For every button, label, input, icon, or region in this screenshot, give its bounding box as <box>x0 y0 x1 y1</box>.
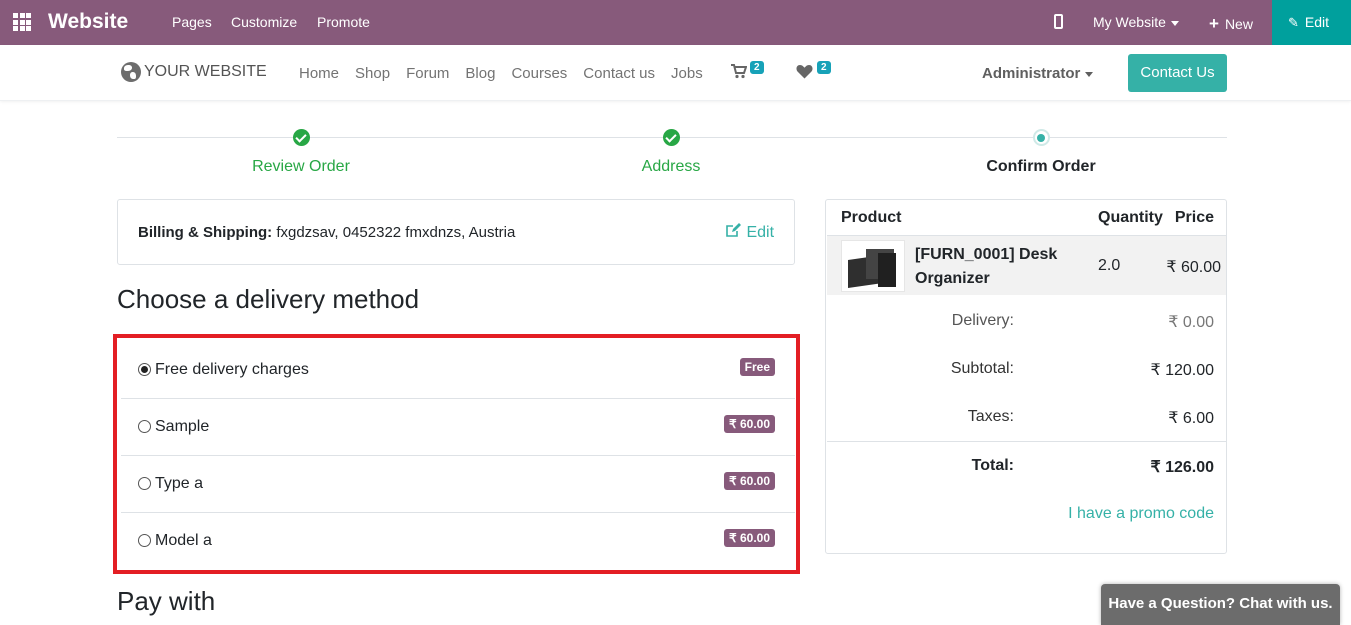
billing-shipping-card: Billing & Shipping: fxgdzsav, 0452322 fm… <box>117 199 795 265</box>
delivery-value: ₹ 0.00 <box>1168 314 1214 331</box>
menu-promote[interactable]: Promote <box>317 14 370 30</box>
pencil-icon: ✎ <box>1288 15 1299 30</box>
divider <box>827 441 1226 442</box>
billing-address: Billing & Shipping: fxgdzsav, 0452322 fm… <box>138 224 515 241</box>
delivery-price-badge: Free <box>739 358 775 376</box>
menu-customize[interactable]: Customize <box>231 14 297 30</box>
current-step-icon <box>1032 129 1050 146</box>
col-product: Product <box>841 209 902 226</box>
step-review-order[interactable]: Review Order <box>201 129 401 176</box>
delivery-option-type-a[interactable]: Type a ₹ 60.00 <box>121 456 795 513</box>
nav-home[interactable]: Home <box>299 65 339 82</box>
edit-address-link[interactable]: Edit <box>726 223 774 242</box>
col-price: Price <box>1174 209 1214 226</box>
globe-icon <box>121 62 141 82</box>
nav-courses[interactable]: Courses <box>511 65 567 82</box>
check-icon <box>662 129 680 146</box>
wishlist-link[interactable]: 2 <box>796 61 831 84</box>
edit-icon <box>726 223 741 237</box>
cart-icon <box>731 64 748 79</box>
site-logo[interactable]: YOUR WEBSITE <box>121 62 267 82</box>
product-name: [FURN_0001] Desk Organizer <box>915 246 1058 287</box>
order-summary: Product Quantity Price [FURN_0001] Desk … <box>825 199 1227 554</box>
step-confirm-order: Confirm Order <box>941 129 1141 176</box>
cart-count-badge: 2 <box>750 61 764 74</box>
delivery-label: Delivery: <box>951 312 1014 329</box>
new-button-label: New <box>1224 16 1253 32</box>
step-label: Confirm Order <box>986 158 1096 175</box>
delivery-option-name: Model a <box>155 532 212 549</box>
website-selector[interactable]: My Website <box>1093 14 1179 30</box>
menu-pages[interactable]: Pages <box>172 14 212 30</box>
nav-blog[interactable]: Blog <box>465 65 495 82</box>
product-price: ₹ 60.00 <box>1166 259 1221 276</box>
delivery-option-name: Free delivery charges <box>155 361 309 378</box>
subtotal-label: Subtotal: <box>950 360 1014 377</box>
admin-topbar: Website Pages Customize Promote My Websi… <box>0 0 1351 45</box>
radio-button[interactable] <box>138 534 151 547</box>
edit-button-label: Edit <box>1304 14 1330 30</box>
delivery-option-sample[interactable]: Sample ₹ 60.00 <box>121 399 795 456</box>
col-quantity: Quantity <box>1098 209 1163 226</box>
delivery-price-badge: ₹ 60.00 <box>724 415 775 433</box>
livechat-button[interactable]: Have a Question? Chat with us. <box>1101 584 1340 625</box>
delivery-price-badge: ₹ 60.00 <box>724 529 775 547</box>
radio-button[interactable] <box>138 477 151 490</box>
product-quantity: 2.0 <box>1098 257 1121 274</box>
edit-address-label: Edit <box>746 224 775 241</box>
mobile-preview-icon[interactable] <box>1054 14 1063 29</box>
taxes-label: Taxes: <box>967 408 1014 425</box>
nav-shop[interactable]: Shop <box>355 65 390 82</box>
caret-down-icon <box>1085 71 1094 77</box>
billing-value: fxgdzsav, 0452322 fmxdnzs, Austria <box>276 224 516 241</box>
contact-us-button[interactable]: Contact Us <box>1128 54 1227 92</box>
website-selector-label: My Website <box>1093 14 1166 30</box>
taxes-value: ₹ 6.00 <box>1168 410 1214 427</box>
delivery-option-name: Type a <box>155 475 204 492</box>
total-label: Total: <box>971 457 1014 474</box>
delivery-option-model-a[interactable]: Model a ₹ 60.00 <box>121 513 795 570</box>
subtotal-value: ₹ 120.00 <box>1150 362 1214 379</box>
delivery-method-list: Free delivery charges Free Sample ₹ 60.0… <box>121 342 795 570</box>
promo-code-link[interactable]: I have a promo code <box>1068 505 1214 523</box>
nav-forum[interactable]: Forum <box>406 65 449 82</box>
cart-link[interactable]: 2 <box>731 61 764 84</box>
step-address[interactable]: Address <box>571 129 771 176</box>
delivery-methods-highlight: Free delivery charges Free Sample ₹ 60.0… <box>113 334 800 574</box>
check-icon <box>292 129 310 146</box>
radio-button[interactable] <box>138 363 151 376</box>
radio-button[interactable] <box>138 420 151 433</box>
delivery-option-name: Sample <box>155 418 210 435</box>
new-button[interactable]: + New <box>1209 14 1253 34</box>
step-label: Review Order <box>252 158 350 175</box>
wishlist-count-badge: 2 <box>817 61 831 74</box>
apps-grid-icon[interactable] <box>13 13 31 31</box>
heart-icon <box>796 65 813 79</box>
website-navbar: YOUR WEBSITE Home Shop Forum Blog Course… <box>0 45 1351 101</box>
logo-text: YOUR WEBSITE <box>144 63 267 80</box>
delivery-option-free[interactable]: Free delivery charges Free <box>121 342 795 399</box>
total-value: ₹ 126.00 <box>1150 459 1214 476</box>
app-title: Website <box>48 10 129 33</box>
product-image <box>841 240 905 292</box>
billing-label: Billing & Shipping: <box>138 224 273 241</box>
delivery-heading: Choose a delivery method <box>117 284 420 314</box>
edit-button[interactable]: ✎ Edit <box>1272 0 1351 45</box>
order-line: [FURN_0001] Desk Organizer 2.0 ₹ 60.00 <box>827 235 1226 295</box>
caret-down-icon <box>1170 20 1179 26</box>
step-label: Address <box>641 158 701 175</box>
user-menu[interactable]: Administrator <box>982 65 1094 82</box>
delivery-price-badge: ₹ 60.00 <box>724 472 775 490</box>
user-name: Administrator <box>982 65 1081 82</box>
nav-jobs[interactable]: Jobs <box>671 65 703 82</box>
nav-links: Home Shop Forum Blog Courses Contact us … <box>299 65 719 82</box>
nav-contact-us[interactable]: Contact us <box>583 65 655 82</box>
plus-icon: + <box>1209 14 1219 33</box>
pay-with-heading: Pay with <box>117 586 216 616</box>
